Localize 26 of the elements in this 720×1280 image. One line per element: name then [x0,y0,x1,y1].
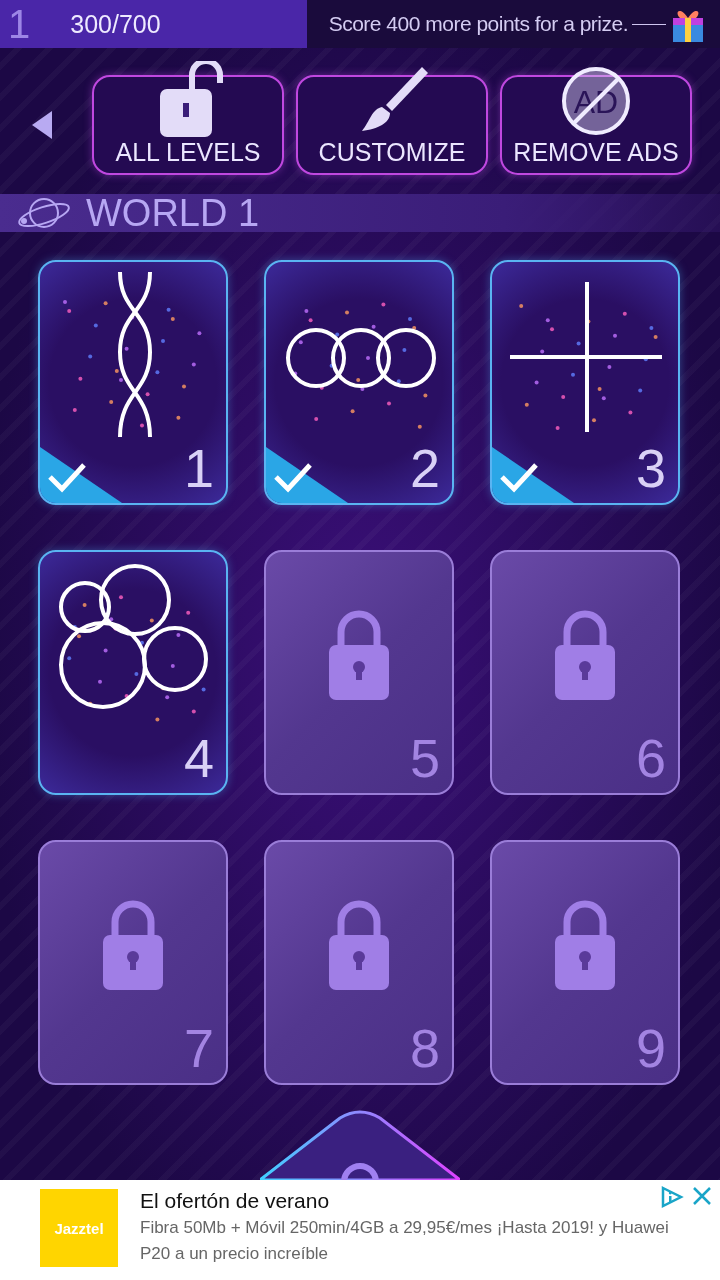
level-number: 3 [635,437,666,499]
play-button-drawing[interactable] [260,1110,460,1180]
ad-body: Fibra 50Mb + Móvil 250min/4GB a 29,95€/mes ¡Hasta 2019! y Huawei P20 a un precio increíble [140,1217,670,1265]
level-number: 9 [635,1017,666,1079]
level-card[interactable]: 3 [490,260,680,505]
menu-button[interactable]: CUSTOMIZE [296,75,488,175]
ad-info-icon[interactable] [660,1186,684,1208]
level-number: 4 [183,727,214,789]
level-card[interactable]: 2 [264,260,454,505]
prize-message: Score 400 more points for a prize. [328,12,628,36]
level-number: 2 [409,437,440,499]
score-text: 300/700 [70,9,161,39]
level-number: 5 [409,727,440,789]
level-card[interactable]: 1 [38,260,228,505]
level-number: 6 [635,727,666,789]
ad-banner[interactable]: Jazztel El ofertón de verano Fibra 50Mb + Móvil 250min/4GB a 29,95€/mes ¡Hasta 2019! y Huawei P20 a un precio increíble [0,1180,720,1280]
close-icon[interactable] [692,1186,712,1206]
level-number: 1 [183,437,214,499]
rank-number: 1 [8,1,31,47]
brand-name: Jazztel [54,1219,104,1237]
ad-title: El ofertón de verano [140,1189,330,1213]
level-number: 7 [183,1017,214,1079]
level-number: 8 [409,1017,440,1079]
world-title: WORLD 1 [86,191,260,235]
planet-icon [16,195,72,231]
level-card[interactable]: 4 [38,550,228,795]
